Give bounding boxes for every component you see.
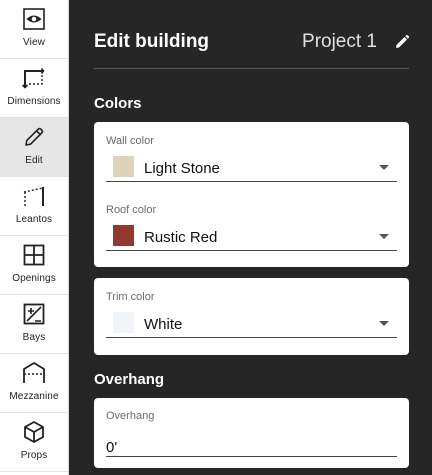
project-name[interactable]: Project 1 xyxy=(302,31,377,53)
sidebar-item-openings[interactable]: Openings xyxy=(0,236,68,295)
trim-color-row[interactable]: White xyxy=(106,308,397,338)
sidebar-item-label: Edit xyxy=(25,155,43,166)
cube-icon xyxy=(24,421,44,443)
wall-color-select[interactable]: Wall color Light Stone xyxy=(106,135,397,187)
leanto-icon xyxy=(23,187,44,206)
trim-color-swatch xyxy=(113,312,134,333)
sidebar-item-label: Dimensions xyxy=(7,96,61,107)
sidebar-item-label: Leantos xyxy=(15,214,53,225)
sidebar-item-label: Props xyxy=(20,450,48,461)
dropdown-arrow-icon[interactable] xyxy=(379,321,389,326)
wall-color-value: Light Stone xyxy=(144,160,220,177)
overhang-label: Overhang xyxy=(106,410,155,422)
trim-color-label: Trim color xyxy=(106,291,155,303)
wall-roof-color-card: Wall color Light Stone Roof color Rustic… xyxy=(94,122,409,267)
overhang-card: Overhang 0' xyxy=(94,398,409,468)
sidebar-item-label: Mezzanine xyxy=(9,391,59,402)
sidebar-item-dimensions[interactable]: Dimensions xyxy=(0,59,68,118)
sidebar-item-bays[interactable]: Bays xyxy=(0,295,68,354)
roof-color-value: Rustic Red xyxy=(144,229,218,246)
sidebar-item-view[interactable]: View xyxy=(0,0,68,59)
header-divider xyxy=(94,68,409,69)
overhang-value: 0' xyxy=(106,439,118,456)
roof-color-swatch xyxy=(113,225,134,246)
dropdown-arrow-icon[interactable] xyxy=(379,165,389,170)
sidebar-item-label: View xyxy=(23,37,45,48)
bays-icon xyxy=(23,303,45,325)
overhang-input[interactable]: 0' xyxy=(106,427,397,457)
trim-color-card: Trim color White xyxy=(94,278,409,355)
wall-color-swatch xyxy=(113,156,134,177)
pencil-icon xyxy=(25,127,44,146)
sidebar-item-props[interactable]: Props xyxy=(0,413,68,472)
sidebar-item-label: Openings xyxy=(12,273,56,284)
sidebar-item-mezzanine[interactable]: Mezzanine xyxy=(0,354,68,413)
roof-color-select[interactable]: Roof color Rustic Red xyxy=(106,204,397,256)
colors-section-title: Colors xyxy=(94,95,142,112)
overhang-field[interactable]: Overhang 0' xyxy=(106,410,397,460)
dropdown-arrow-icon[interactable] xyxy=(379,234,389,239)
sidebar-item-leantos[interactable]: Leantos xyxy=(0,177,68,236)
overhang-section-title: Overhang xyxy=(94,371,165,388)
roof-color-row[interactable]: Rustic Red xyxy=(106,221,397,251)
dimensions-icon xyxy=(21,68,45,89)
sidebar-item-edit[interactable]: Edit xyxy=(0,118,68,177)
roof-color-label: Roof color xyxy=(106,204,157,216)
wall-color-row[interactable]: Light Stone xyxy=(106,152,397,182)
trim-color-select[interactable]: Trim color White xyxy=(106,291,397,343)
wall-color-label: Wall color xyxy=(106,135,154,147)
trim-color-value: White xyxy=(144,316,183,333)
window-icon xyxy=(23,244,45,266)
sidebar-nav: View Dimensions Edit Leantos Openings Ba… xyxy=(0,0,69,475)
edit-building-panel: Edit building Project 1 Colors Wall colo… xyxy=(69,0,432,475)
eye-icon xyxy=(23,8,45,30)
page-title: Edit building xyxy=(94,31,210,52)
sidebar-item-label: Bays xyxy=(22,332,46,343)
pencil-icon[interactable] xyxy=(394,34,410,50)
mezzanine-icon xyxy=(23,362,45,383)
